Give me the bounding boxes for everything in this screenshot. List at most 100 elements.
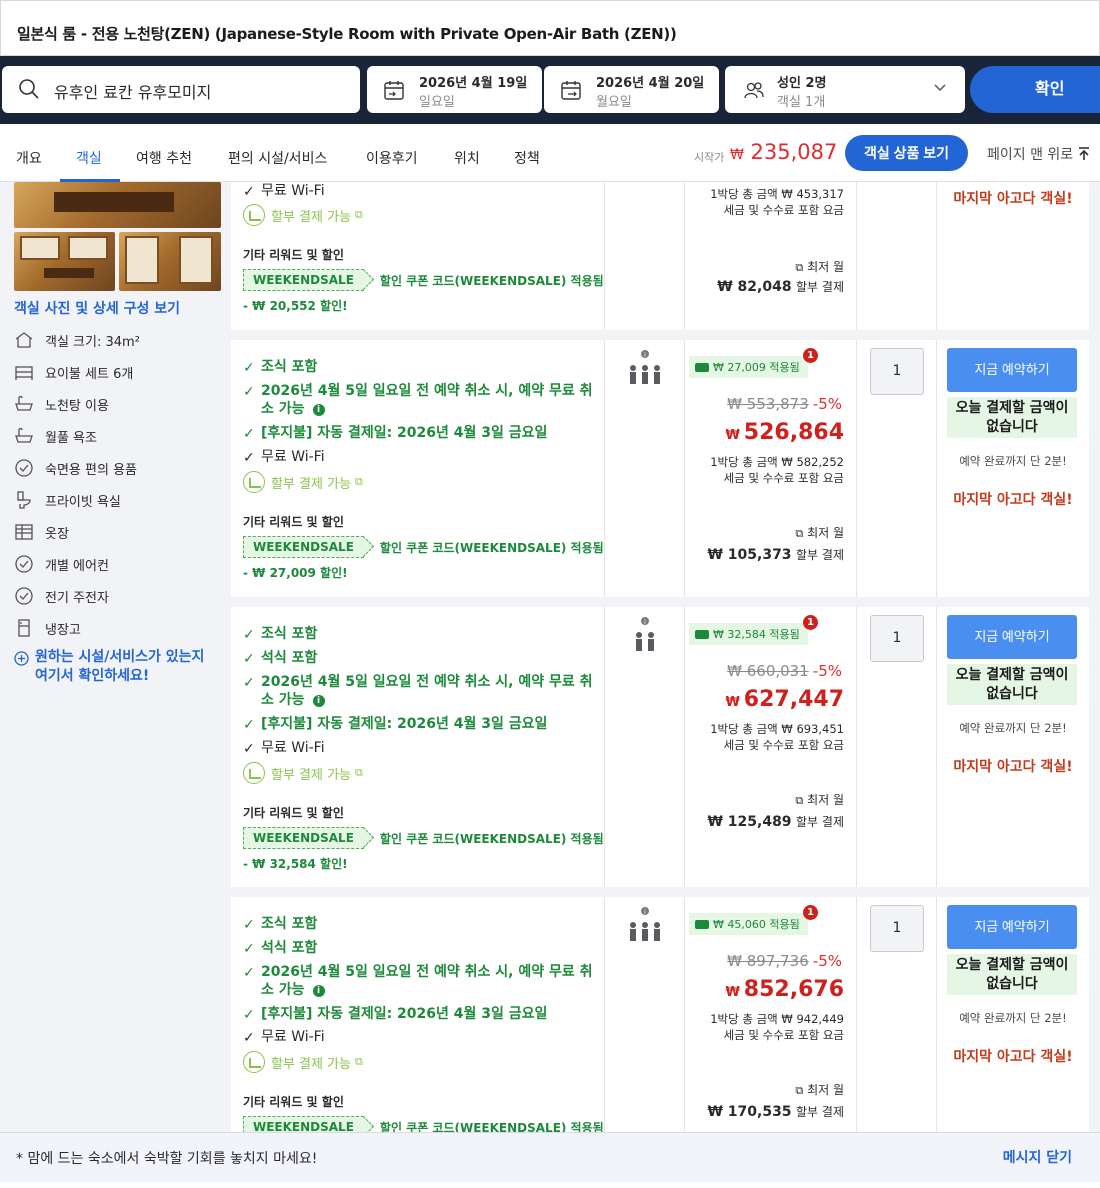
ask-facility-link[interactable]: 원하는 시설/서비스가 있는지 여기서 확인하세요! [14, 648, 219, 686]
installment-icon [243, 762, 265, 784]
facility-whirlpool: 월풀 욕조 [14, 426, 97, 446]
book-now-button[interactable]: 지금 예약하기 [947, 615, 1077, 659]
coupon-applied: WEEKENDSALE 할인 쿠폰 코드(WEEKENDSALE) 적용됨 [243, 1116, 604, 1132]
feature-wifi: ✓ 무료 Wi-Fi [243, 182, 593, 201]
coupon-applied: WEEKENDSALE 할인 쿠폰 코드(WEEKENDSALE) 적용됨 [243, 827, 604, 849]
from-price-value: 235,087 [750, 140, 838, 164]
booking-steps-note: 예약 완료까지 단 2분! [959, 721, 1067, 735]
feature-breakfast: ✓ 조식 포함 [243, 358, 593, 377]
feature-text: 조식 포함 [261, 916, 318, 932]
tab-location[interactable]: 위치 [454, 148, 480, 182]
room-photo-main[interactable] [14, 182, 221, 228]
check-icon: ✓ [243, 1030, 255, 1046]
installment-value: ₩ 125,489 [707, 814, 792, 830]
occupancy-3-icon[interactable]: i [627, 907, 663, 951]
ask-facility-text: 원하는 시설/서비스가 있는지 여기서 확인하세요! [35, 649, 205, 684]
check-icon: ✓ [243, 1007, 255, 1023]
calendar-out-icon [561, 81, 581, 100]
original-price-value: ₩ 897,736 [727, 952, 809, 970]
booking-steps-note: 예약 완료까지 단 2분! [959, 1011, 1067, 1025]
book-now-button[interactable]: 지금 예약하기 [947, 905, 1077, 949]
feature-wifi: ✓ 무료 Wi-Fi [243, 1028, 593, 1047]
installment-available[interactable]: 할부 결제 가능 ⧉ [243, 1051, 363, 1073]
room-quantity-select[interactable]: 1 [870, 348, 924, 395]
tax-note: 세금 및 수수료 포함 요금 [723, 471, 844, 485]
external-link-icon: ⧉ [795, 527, 804, 540]
coupon-text: 할인 쿠폰 코드(WEEKENDSALE) 적용됨 [379, 831, 604, 846]
feature-text: 석식 포함 [261, 650, 318, 666]
installment-icon [243, 1051, 265, 1073]
installment-available[interactable]: 할부 결제 가능 ⧉ [243, 762, 363, 784]
installment-available[interactable]: 할부 결제 가능 ⧉ [243, 204, 363, 226]
feature-text: 2026년 4월 5일 일요일 전 예약 취소 시, 예약 무료 취소 가능 [261, 383, 593, 417]
rewards-title: 기타 리워드 및 할인 [243, 515, 344, 529]
room-photo-3[interactable] [119, 232, 221, 291]
view-room-detail-link[interactable]: 객실 사진 및 상세 구성 보기 [14, 298, 180, 318]
plus-circle-icon [14, 651, 29, 666]
occupancy-3-icon[interactable]: i [627, 350, 663, 394]
feature-text: 조식 포함 [261, 359, 318, 375]
checkout-date[interactable]: 2026년 4월 20일 월요일 [544, 66, 719, 113]
tab-policy[interactable]: 정책 [514, 148, 540, 182]
check-icon: ✓ [243, 450, 255, 466]
close-message-button[interactable]: 메시지 닫기 [1003, 1147, 1072, 1167]
occupancy-2-icon[interactable]: i [627, 617, 663, 661]
quantity-column: 1 [857, 607, 937, 887]
facility-label: 객실 크기: 34m² [45, 334, 140, 350]
final-price: ₩526,864 [725, 420, 844, 445]
feature-text: 2026년 4월 5일 일요일 전 예약 취소 시, 예약 무료 취소 가능 [261, 674, 593, 708]
final-price-value: 627,447 [743, 687, 844, 712]
back-to-top-link[interactable]: 페이지 맨 위로 [987, 144, 1090, 164]
facility-wardrobe: 옷장 [14, 522, 69, 542]
book-now-button[interactable]: 지금 예약하기 [947, 348, 1077, 392]
room-quantity-select[interactable]: 1 [870, 615, 924, 662]
guest-selector[interactable]: 성인 2명 객실 1개 [725, 66, 965, 113]
room-photo-2[interactable] [14, 232, 115, 291]
installment-value: ₩ 170,535 [707, 1104, 792, 1120]
facility-open-air-bath: 노천탕 이용 [14, 394, 109, 414]
bed-icon [15, 366, 33, 380]
per-night-text: 1박당 총 금액 ₩ 942,449 [710, 1012, 844, 1026]
tab-rooms[interactable]: 객실 [60, 148, 120, 182]
feature-free-cancel: ✓ 2026년 4월 5일 일요일 전 예약 취소 시, 예약 무료 취소 가능 i [243, 673, 593, 709]
per-night-total: 1박당 총 금액 ₩ 693,451 세금 및 수수료 포함 요금 [710, 721, 844, 753]
checkout-day-text: 월요일 [596, 95, 632, 110]
facility-kettle: 전기 주전자 [14, 586, 109, 606]
room-details-column: 객실 사진 및 상세 구성 보기 객실 크기: 34m² 요이불 세트 6개 노… [0, 182, 230, 1132]
guests-text: 성인 2명 [777, 76, 827, 91]
room-quantity-select[interactable]: 1 [870, 905, 924, 952]
check-circle-icon [15, 555, 33, 573]
installment-text: 할부 결제 가능 [271, 476, 352, 492]
currency-symbol: ₩ [725, 985, 740, 1000]
tab-overview[interactable]: 개요 [16, 148, 42, 182]
tab-travel-recommend[interactable]: 여행 추천 [136, 148, 192, 182]
min-monthly: ⧉ 최저 월 [795, 258, 844, 275]
currency-symbol: ₩ [725, 695, 740, 710]
info-icon[interactable]: i [312, 985, 325, 997]
info-icon[interactable]: i [312, 404, 325, 416]
installment-icon [243, 471, 265, 493]
occupancy-column: i [605, 607, 685, 887]
installment-available[interactable]: 할부 결제 가능 ⧉ [243, 471, 363, 493]
checkin-date[interactable]: 2026년 4월 19일 일요일 [367, 66, 542, 113]
coupon-icon [695, 362, 709, 372]
min-monthly: ⧉ 최저 월 [795, 1081, 844, 1098]
occupancy-column: i [605, 897, 685, 1132]
price-column: ₩ 27,009 적용됨 1 ₩ 553,873 -5% ₩526,864 1박당… [685, 340, 857, 597]
destination-input[interactable]: 유후인 료칸 유후모미지 [2, 66, 360, 113]
check-icon: ✓ [243, 651, 255, 667]
feature-wifi: ✓ 무료 Wi-Fi [243, 739, 593, 758]
booking-steps-note: 예약 완료까지 단 2분! [959, 454, 1067, 468]
view-rooms-button[interactable]: 객실 상품 보기 [845, 135, 968, 171]
tab-facilities[interactable]: 편의 시설/서비스 [228, 148, 327, 182]
pay-today-notice: 오늘 결제할 금액이 없습니다 [947, 397, 1077, 438]
external-link-icon: ⧉ [355, 1055, 363, 1068]
tab-reviews[interactable]: 이용후기 [366, 148, 418, 182]
offer-benefits: ✓ 조식 포함 ✓ 2026년 4월 5일 일요일 전 예약 취소 시, 예약 무료… [231, 340, 605, 597]
info-icon[interactable]: i [312, 695, 325, 707]
search-confirm-button[interactable]: 확인 [970, 66, 1100, 113]
saving-amount: - ₩ 32,584 할인! [243, 857, 348, 871]
installment-text: 할부 결제 가능 [271, 209, 352, 225]
feature-breakfast: ✓ 조식 포함 [243, 915, 593, 934]
min-monthly-text: 최저 월 [807, 260, 844, 274]
